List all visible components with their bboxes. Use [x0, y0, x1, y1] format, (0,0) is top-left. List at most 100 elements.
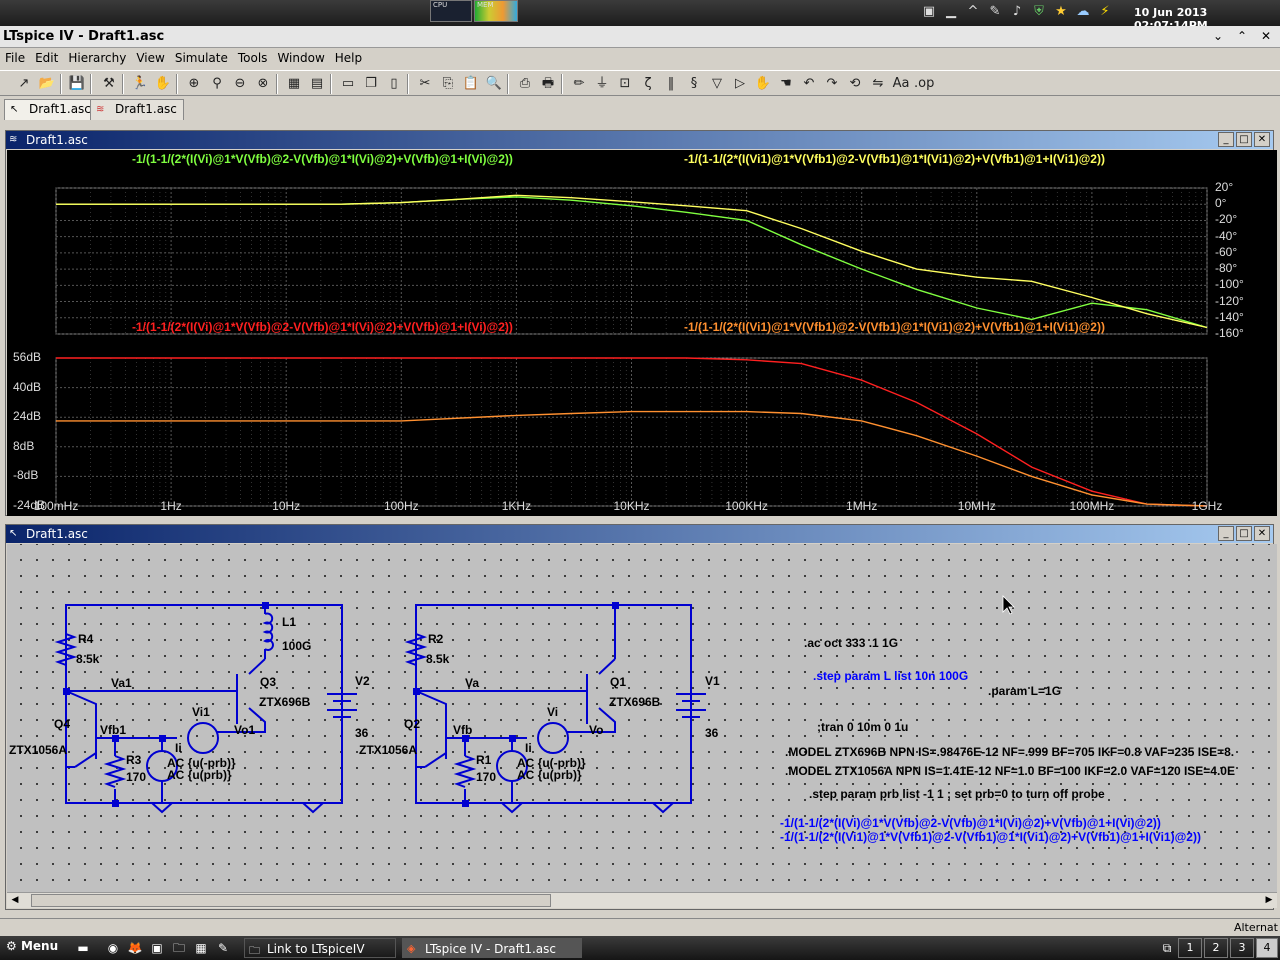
menu-button[interactable]: ⚙ Menu	[6, 939, 58, 953]
resistor-icon[interactable]: ζ	[638, 74, 658, 94]
window-icon[interactable]: ▁	[942, 3, 960, 21]
show-desktop-icon[interactable]: ⧉	[1158, 939, 1176, 957]
paste-icon[interactable]: 📋	[461, 74, 481, 94]
mag-trace-label-1[interactable]: -1/(1-1/(2*(I(Vi)@1*V(Vfb)@2-V(Vfb)@1*I(…	[132, 320, 513, 334]
editor-icon[interactable]: ✎	[214, 939, 232, 957]
cascade-icon[interactable]: ❐	[361, 74, 381, 94]
label-v1[interactable]: V1	[705, 674, 720, 688]
label-vo1[interactable]: Vo1	[234, 723, 255, 737]
screenshot-icon[interactable]: ▣	[920, 3, 938, 21]
directive-tran[interactable]: ;tran 0 10m 0 1u	[817, 720, 908, 734]
scrollbar-thumb[interactable]	[31, 894, 551, 907]
directive-expr-1[interactable]: -1/(1-1/(2*(I(Vi)@1*V(Vfb)@2-V(Vfb)@1*I(…	[780, 816, 1161, 830]
label-q1-model[interactable]: ZTX696B	[609, 695, 660, 709]
minimize-icon[interactable]: _	[1218, 526, 1234, 541]
directive-model-ztx1056a[interactable]: .MODEL ZTX1056A NPN IS=1.41E-12 NF=1.0 B…	[785, 764, 1235, 778]
label-q4[interactable]: Q4	[54, 717, 70, 731]
label-r1[interactable]: R1	[476, 753, 491, 767]
browser-icon[interactable]: ◉	[104, 939, 122, 957]
close-icon[interactable]: ✕	[1254, 132, 1270, 147]
label-l1-value[interactable]: 100G	[282, 639, 311, 653]
scroll-left-icon[interactable]: ◀	[8, 894, 22, 907]
label-vo[interactable]: Vo	[589, 723, 603, 737]
menu-window[interactable]: Window	[272, 49, 329, 69]
label-v2-value[interactable]: 36	[355, 726, 368, 740]
star-icon[interactable]: ★	[1052, 3, 1070, 21]
label-ac-pos-2[interactable]: AC {u(prb)}	[517, 768, 582, 782]
open-icon[interactable]: 📂	[37, 74, 57, 94]
halt-icon[interactable]: ✋	[153, 74, 173, 94]
shield-icon[interactable]: ⛨	[1030, 3, 1048, 21]
label-q4-model[interactable]: ZTX1056A	[9, 743, 67, 757]
diode-icon[interactable]: ▽	[707, 74, 727, 94]
label-r2[interactable]: R2	[428, 632, 443, 646]
label-r4-value[interactable]: 8.5k	[76, 652, 99, 666]
label-ac-pos-1[interactable]: AC {u(prb)}	[167, 768, 232, 782]
waveform-plot-area[interactable]: -1/(1-1/(2*(I(Vi)@1*V(Vfb)@2-V(Vfb)@1*I(…	[7, 150, 1277, 516]
tile-horizontal-icon[interactable]: ▭	[338, 74, 358, 94]
grid-icon[interactable]: ▤	[307, 74, 327, 94]
schematic-window-title-bar[interactable]: ↖ Draft1.asc _ □ ✕	[6, 525, 1273, 543]
zoom-in-icon[interactable]: ⊕	[184, 74, 204, 94]
label-q3-model[interactable]: ZTX696B	[259, 695, 310, 709]
control-panel-icon[interactable]: ⚒	[99, 74, 119, 94]
label-ii2[interactable]: Ii	[525, 741, 532, 755]
directive-step-prb[interactable]: .step param prb list -1 1 ; set prb=0 to…	[809, 787, 1105, 801]
copy-icon[interactable]: ⎘	[438, 74, 458, 94]
label-net-icon[interactable]: ⊡	[615, 74, 635, 94]
zoom-fit-icon[interactable]: ⊗	[253, 74, 273, 94]
workspace-3[interactable]: 3	[1230, 938, 1254, 958]
desktop-icon[interactable]: ▬	[74, 939, 92, 957]
workspace-4[interactable]: 4	[1256, 938, 1278, 958]
new-schematic-icon[interactable]: ↗	[14, 74, 34, 94]
horizontal-scrollbar[interactable]: ◀ ▶	[7, 892, 1277, 908]
zoom-out-icon[interactable]: ⊖	[230, 74, 250, 94]
directive-param-l[interactable]: .param L=1G	[988, 684, 1061, 698]
redo-icon[interactable]: ↷	[822, 74, 842, 94]
menu-edit[interactable]: Edit	[30, 49, 63, 69]
workspace-1[interactable]: 1	[1178, 938, 1202, 958]
text-icon[interactable]: Aa	[891, 74, 911, 94]
label-ii1[interactable]: Ii	[175, 741, 182, 755]
drag-icon[interactable]: ☚	[776, 74, 796, 94]
chevron-down-icon[interactable]: ⌄	[1210, 28, 1226, 44]
directive-step-l[interactable]: .step param L list 10n 100G	[813, 669, 968, 683]
menu-tools[interactable]: Tools	[233, 49, 273, 69]
label-vfb1[interactable]: Vfb1	[100, 723, 126, 737]
menu-view[interactable]: View	[131, 49, 169, 69]
capacitor-icon[interactable]: ‖	[661, 74, 681, 94]
maximize-icon[interactable]: □	[1236, 132, 1252, 147]
volume-icon[interactable]: ♪	[1008, 3, 1026, 21]
cpu-monitor[interactable]: CPU	[430, 0, 472, 22]
close-icon[interactable]: ✕	[1254, 526, 1270, 541]
close-icon[interactable]: ✕	[1258, 28, 1274, 44]
menu-file[interactable]: File	[0, 49, 30, 69]
move-icon[interactable]: ✋	[753, 74, 773, 94]
label-vi[interactable]: Vi	[547, 705, 558, 719]
label-q1[interactable]: Q1	[610, 675, 626, 689]
label-q2-model[interactable]: ZTX1056A	[359, 743, 417, 757]
autorange-icon[interactable]: ▦	[284, 74, 304, 94]
waveform-window-title-bar[interactable]: ≋ Draft1.asc _ □ ✕	[6, 131, 1273, 149]
firefox-icon[interactable]: 🦊	[126, 939, 144, 957]
label-l1[interactable]: L1	[282, 615, 296, 629]
label-vi1[interactable]: Vi1	[192, 705, 210, 719]
task-ltspice-draft[interactable]: ◈ LTspice IV - Draft1.asc	[402, 938, 582, 958]
ground-icon[interactable]: ⏚	[592, 74, 612, 94]
undo-icon[interactable]: ↶	[799, 74, 819, 94]
run-icon[interactable]: 🏃	[130, 74, 150, 94]
label-r3[interactable]: R3	[126, 753, 141, 767]
terminal-icon[interactable]: ▣	[148, 939, 166, 957]
minimize-icon[interactable]: _	[1218, 132, 1234, 147]
power-icon[interactable]: ⚡	[1096, 3, 1114, 21]
calculator-icon[interactable]: ▦	[192, 939, 210, 957]
save-icon[interactable]: 💾	[67, 74, 87, 94]
files-icon[interactable]: 🗀	[170, 939, 188, 957]
mag-trace-label-2[interactable]: -1/(1-1/(2*(I(Vi1)@1*V(Vfb1)@2-V(Vfb1)@1…	[684, 320, 1105, 334]
menu-simulate[interactable]: Simulate	[170, 49, 233, 69]
label-va[interactable]: Va	[465, 676, 479, 690]
label-v2[interactable]: V2	[355, 674, 370, 688]
scroll-right-icon[interactable]: ▶	[1262, 894, 1276, 907]
label-r1-value[interactable]: 170	[476, 770, 496, 784]
draw-wire-icon[interactable]: ✏	[569, 74, 589, 94]
